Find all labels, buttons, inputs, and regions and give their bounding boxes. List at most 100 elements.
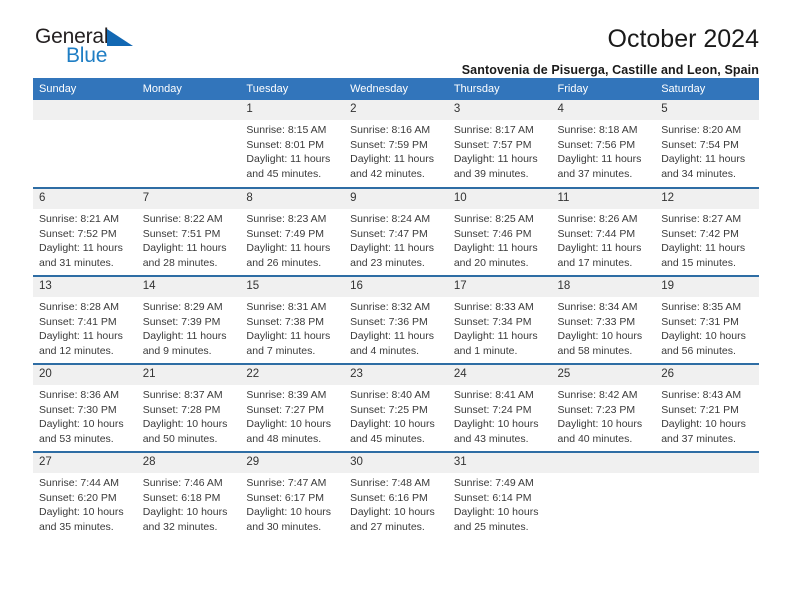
general-blue-logo[interactable]: General Blue xyxy=(33,26,150,66)
calendar-day-cell[interactable]: 11 Sunrise: 8:26 AM Sunset: 7:44 PM Dayligh… xyxy=(551,187,656,276)
daylight-text: Daylight: 11 hours and 17 minutes. xyxy=(557,242,642,270)
day-details: Sunrise: 8:24 AM Sunset: 7:47 PM Daylight:… xyxy=(344,209,448,272)
day-number: 9 xyxy=(344,189,448,209)
day-number: 31 xyxy=(447,453,552,473)
weekday-header-thursday: Thursday xyxy=(447,78,552,100)
day-number: 20 xyxy=(33,365,137,385)
sunset-text: Sunset: 7:21 PM xyxy=(661,403,739,416)
day-details: Sunrise: 8:40 AM Sunset: 7:25 PM Daylight:… xyxy=(344,385,448,448)
calendar-day-cell[interactable]: 6 Sunrise: 8:21 AM Sunset: 7:52 PM Daylight… xyxy=(33,187,137,276)
day-number: 29 xyxy=(240,453,345,473)
day-number: 30 xyxy=(344,453,448,473)
sunrise-text: Sunrise: 8:18 AM xyxy=(557,123,638,136)
day-details: Sunrise: 7:44 AM Sunset: 6:20 PM Daylight:… xyxy=(33,473,137,536)
sunrise-text: Sunrise: 8:43 AM xyxy=(661,388,742,401)
calendar-day-cell[interactable]: 30 Sunrise: 7:48 AM Sunset: 6:16 PM Dayligh… xyxy=(344,451,448,540)
daylight-text: Daylight: 10 hours and 56 minutes. xyxy=(661,330,746,358)
calendar-day-cell[interactable]: 1 Sunrise: 8:15 AM Sunset: 8:01 PM Daylight… xyxy=(240,100,345,188)
calendar-day-cell[interactable]: 14 Sunrise: 8:29 AM Sunset: 7:39 PM Dayligh… xyxy=(136,275,241,364)
calendar-day-cell[interactable]: 27 Sunrise: 7:44 AM Sunset: 6:20 PM Dayligh… xyxy=(33,451,137,540)
calendar-day-cell[interactable]: 7 Sunrise: 8:22 AM Sunset: 7:51 PM Daylight… xyxy=(136,187,241,276)
calendar-day-cell[interactable]: 29 Sunrise: 7:47 AM Sunset: 6:17 PM Dayligh… xyxy=(240,451,345,540)
daylight-text: Daylight: 11 hours and 39 minutes. xyxy=(453,153,538,181)
day-number: 23 xyxy=(344,365,448,385)
weekday-header-saturday: Saturday xyxy=(655,78,759,100)
day-details: Sunrise: 8:18 AM Sunset: 7:56 PM Daylight:… xyxy=(552,120,656,183)
sunrise-text: Sunrise: 8:28 AM xyxy=(39,300,119,313)
calendar-day-cell[interactable]: 21 Sunrise: 8:37 AM Sunset: 7:28 PM Dayligh… xyxy=(136,363,241,452)
day-number: 21 xyxy=(136,365,241,385)
calendar-day-cell[interactable]: 15 Sunrise: 8:31 AM Sunset: 7:38 PM Dayligh… xyxy=(240,275,345,364)
calendar-day-cell[interactable]: 28 Sunrise: 7:46 AM Sunset: 6:18 PM Dayligh… xyxy=(136,451,241,540)
day-number: 17 xyxy=(447,277,552,297)
day-number xyxy=(655,453,759,473)
logo-triangle-icon xyxy=(107,29,134,46)
calendar-week-row: 27 Sunrise: 7:44 AM Sunset: 6:20 PM Dayligh… xyxy=(33,451,759,540)
calendar-day-cell[interactable]: 26 Sunrise: 8:43 AM Sunset: 7:21 PM Dayligh… xyxy=(655,363,759,452)
day-number: 1 xyxy=(240,100,345,120)
calendar-day-cell[interactable]: 31 Sunrise: 7:49 AM Sunset: 6:14 PM Dayligh… xyxy=(447,451,552,540)
title-block: October 2024 Santovenia de Pisuerga, Cas… xyxy=(462,26,759,78)
calendar-day-cell-empty xyxy=(33,100,137,188)
day-details: Sunrise: 8:20 AM Sunset: 7:54 PM Daylight:… xyxy=(655,120,759,183)
sunrise-text: Sunrise: 8:17 AM xyxy=(453,123,534,136)
calendar-day-cell[interactable]: 2 Sunrise: 8:16 AM Sunset: 7:59 PM Daylight… xyxy=(344,100,448,188)
daylight-text: Daylight: 10 hours and 58 minutes. xyxy=(557,330,643,358)
calendar-day-cell[interactable]: 24 Sunrise: 8:41 AM Sunset: 7:24 PM Dayligh… xyxy=(447,363,552,452)
daylight-text: Daylight: 10 hours and 50 minutes. xyxy=(142,418,228,446)
daylight-text: Daylight: 11 hours and 23 minutes. xyxy=(350,242,434,270)
sunset-text: Sunset: 7:23 PM xyxy=(557,403,636,416)
calendar-day-cell[interactable]: 12 Sunrise: 8:27 AM Sunset: 7:42 PM Dayligh… xyxy=(655,187,759,276)
calendar-day-cell[interactable]: 5 Sunrise: 8:20 AM Sunset: 7:54 PM Daylight… xyxy=(655,100,759,188)
sunset-text: Sunset: 7:44 PM xyxy=(557,227,636,240)
sunrise-sunset-calendar: Sunday Monday Tuesday Wednesday Thursday… xyxy=(33,78,759,540)
calendar-day-cell[interactable]: 3 Sunrise: 8:17 AM Sunset: 7:57 PM Daylight… xyxy=(447,100,552,188)
day-details: Sunrise: 8:29 AM Sunset: 7:39 PM Daylight:… xyxy=(137,297,241,360)
calendar-day-cell[interactable]: 23 Sunrise: 8:40 AM Sunset: 7:25 PM Dayligh… xyxy=(344,363,448,452)
calendar-day-cell[interactable]: 17 Sunrise: 8:33 AM Sunset: 7:34 PM Dayligh… xyxy=(447,275,552,364)
calendar-day-cell[interactable]: 10 Sunrise: 8:25 AM Sunset: 7:46 PM Dayligh… xyxy=(447,187,552,276)
daylight-text: Daylight: 10 hours and 40 minutes. xyxy=(557,418,643,446)
daylight-text: Daylight: 10 hours and 43 minutes. xyxy=(453,418,539,446)
calendar-day-cell[interactable]: 20 Sunrise: 8:36 AM Sunset: 7:30 PM Dayligh… xyxy=(33,363,137,452)
sunrise-text: Sunrise: 7:44 AM xyxy=(39,476,119,489)
sunrise-text: Sunrise: 8:32 AM xyxy=(350,300,431,313)
daylight-text: Daylight: 11 hours and 4 minutes. xyxy=(350,330,434,358)
day-number: 7 xyxy=(136,189,241,209)
day-details: Sunrise: 8:26 AM Sunset: 7:44 PM Daylight:… xyxy=(552,209,656,272)
day-number: 2 xyxy=(344,100,448,120)
day-number: 12 xyxy=(655,189,759,209)
calendar-day-cell[interactable]: 8 Sunrise: 8:23 AM Sunset: 7:49 PM Daylight… xyxy=(240,187,345,276)
daylight-text: Daylight: 11 hours and 26 minutes. xyxy=(246,242,331,270)
sunset-text: Sunset: 8:01 PM xyxy=(246,138,325,151)
day-details: Sunrise: 8:33 AM Sunset: 7:34 PM Daylight:… xyxy=(448,297,552,360)
weekday-header-tuesday: Tuesday xyxy=(240,78,345,100)
sunrise-text: Sunrise: 7:46 AM xyxy=(142,476,223,489)
day-number: 26 xyxy=(655,365,759,385)
calendar-day-cell-empty xyxy=(136,100,241,188)
sunrise-text: Sunrise: 8:29 AM xyxy=(142,300,223,313)
day-number: 14 xyxy=(136,277,241,297)
sunrise-text: Sunrise: 8:21 AM xyxy=(39,212,119,225)
sunrise-text: Sunrise: 8:26 AM xyxy=(557,212,638,225)
sunset-text: Sunset: 7:41 PM xyxy=(39,315,117,328)
day-number: 4 xyxy=(551,100,656,120)
calendar-day-cell[interactable]: 18 Sunrise: 8:34 AM Sunset: 7:33 PM Dayligh… xyxy=(551,275,656,364)
daylight-text: Daylight: 11 hours and 37 minutes. xyxy=(557,153,642,181)
day-number xyxy=(136,100,241,120)
day-details: Sunrise: 8:34 AM Sunset: 7:33 PM Daylight:… xyxy=(552,297,656,360)
calendar-day-cell[interactable]: 16 Sunrise: 8:32 AM Sunset: 7:36 PM Dayligh… xyxy=(344,275,448,364)
daylight-text: Daylight: 10 hours and 30 minutes. xyxy=(246,506,332,534)
calendar-day-cell[interactable]: 13 Sunrise: 8:28 AM Sunset: 7:41 PM Dayligh… xyxy=(33,275,137,364)
calendar-day-cell[interactable]: 9 Sunrise: 8:24 AM Sunset: 7:47 PM Daylight… xyxy=(344,187,448,276)
sunset-text: Sunset: 7:39 PM xyxy=(142,315,221,328)
day-details: Sunrise: 8:16 AM Sunset: 7:59 PM Daylight:… xyxy=(344,120,448,183)
logo-text-blue: Blue xyxy=(66,44,108,67)
day-number: 8 xyxy=(240,189,345,209)
weekday-header-wednesday: Wednesday xyxy=(344,78,448,100)
calendar-day-cell[interactable]: 25 Sunrise: 8:42 AM Sunset: 7:23 PM Dayligh… xyxy=(551,363,656,452)
calendar-day-cell[interactable]: 4 Sunrise: 8:18 AM Sunset: 7:56 PM Daylight… xyxy=(551,100,656,188)
calendar-day-cell[interactable]: 19 Sunrise: 8:35 AM Sunset: 7:31 PM Dayligh… xyxy=(655,275,759,364)
calendar-day-cell[interactable]: 22 Sunrise: 8:39 AM Sunset: 7:27 PM Dayligh… xyxy=(240,363,345,452)
daylight-text: Daylight: 11 hours and 1 minute. xyxy=(453,330,538,358)
